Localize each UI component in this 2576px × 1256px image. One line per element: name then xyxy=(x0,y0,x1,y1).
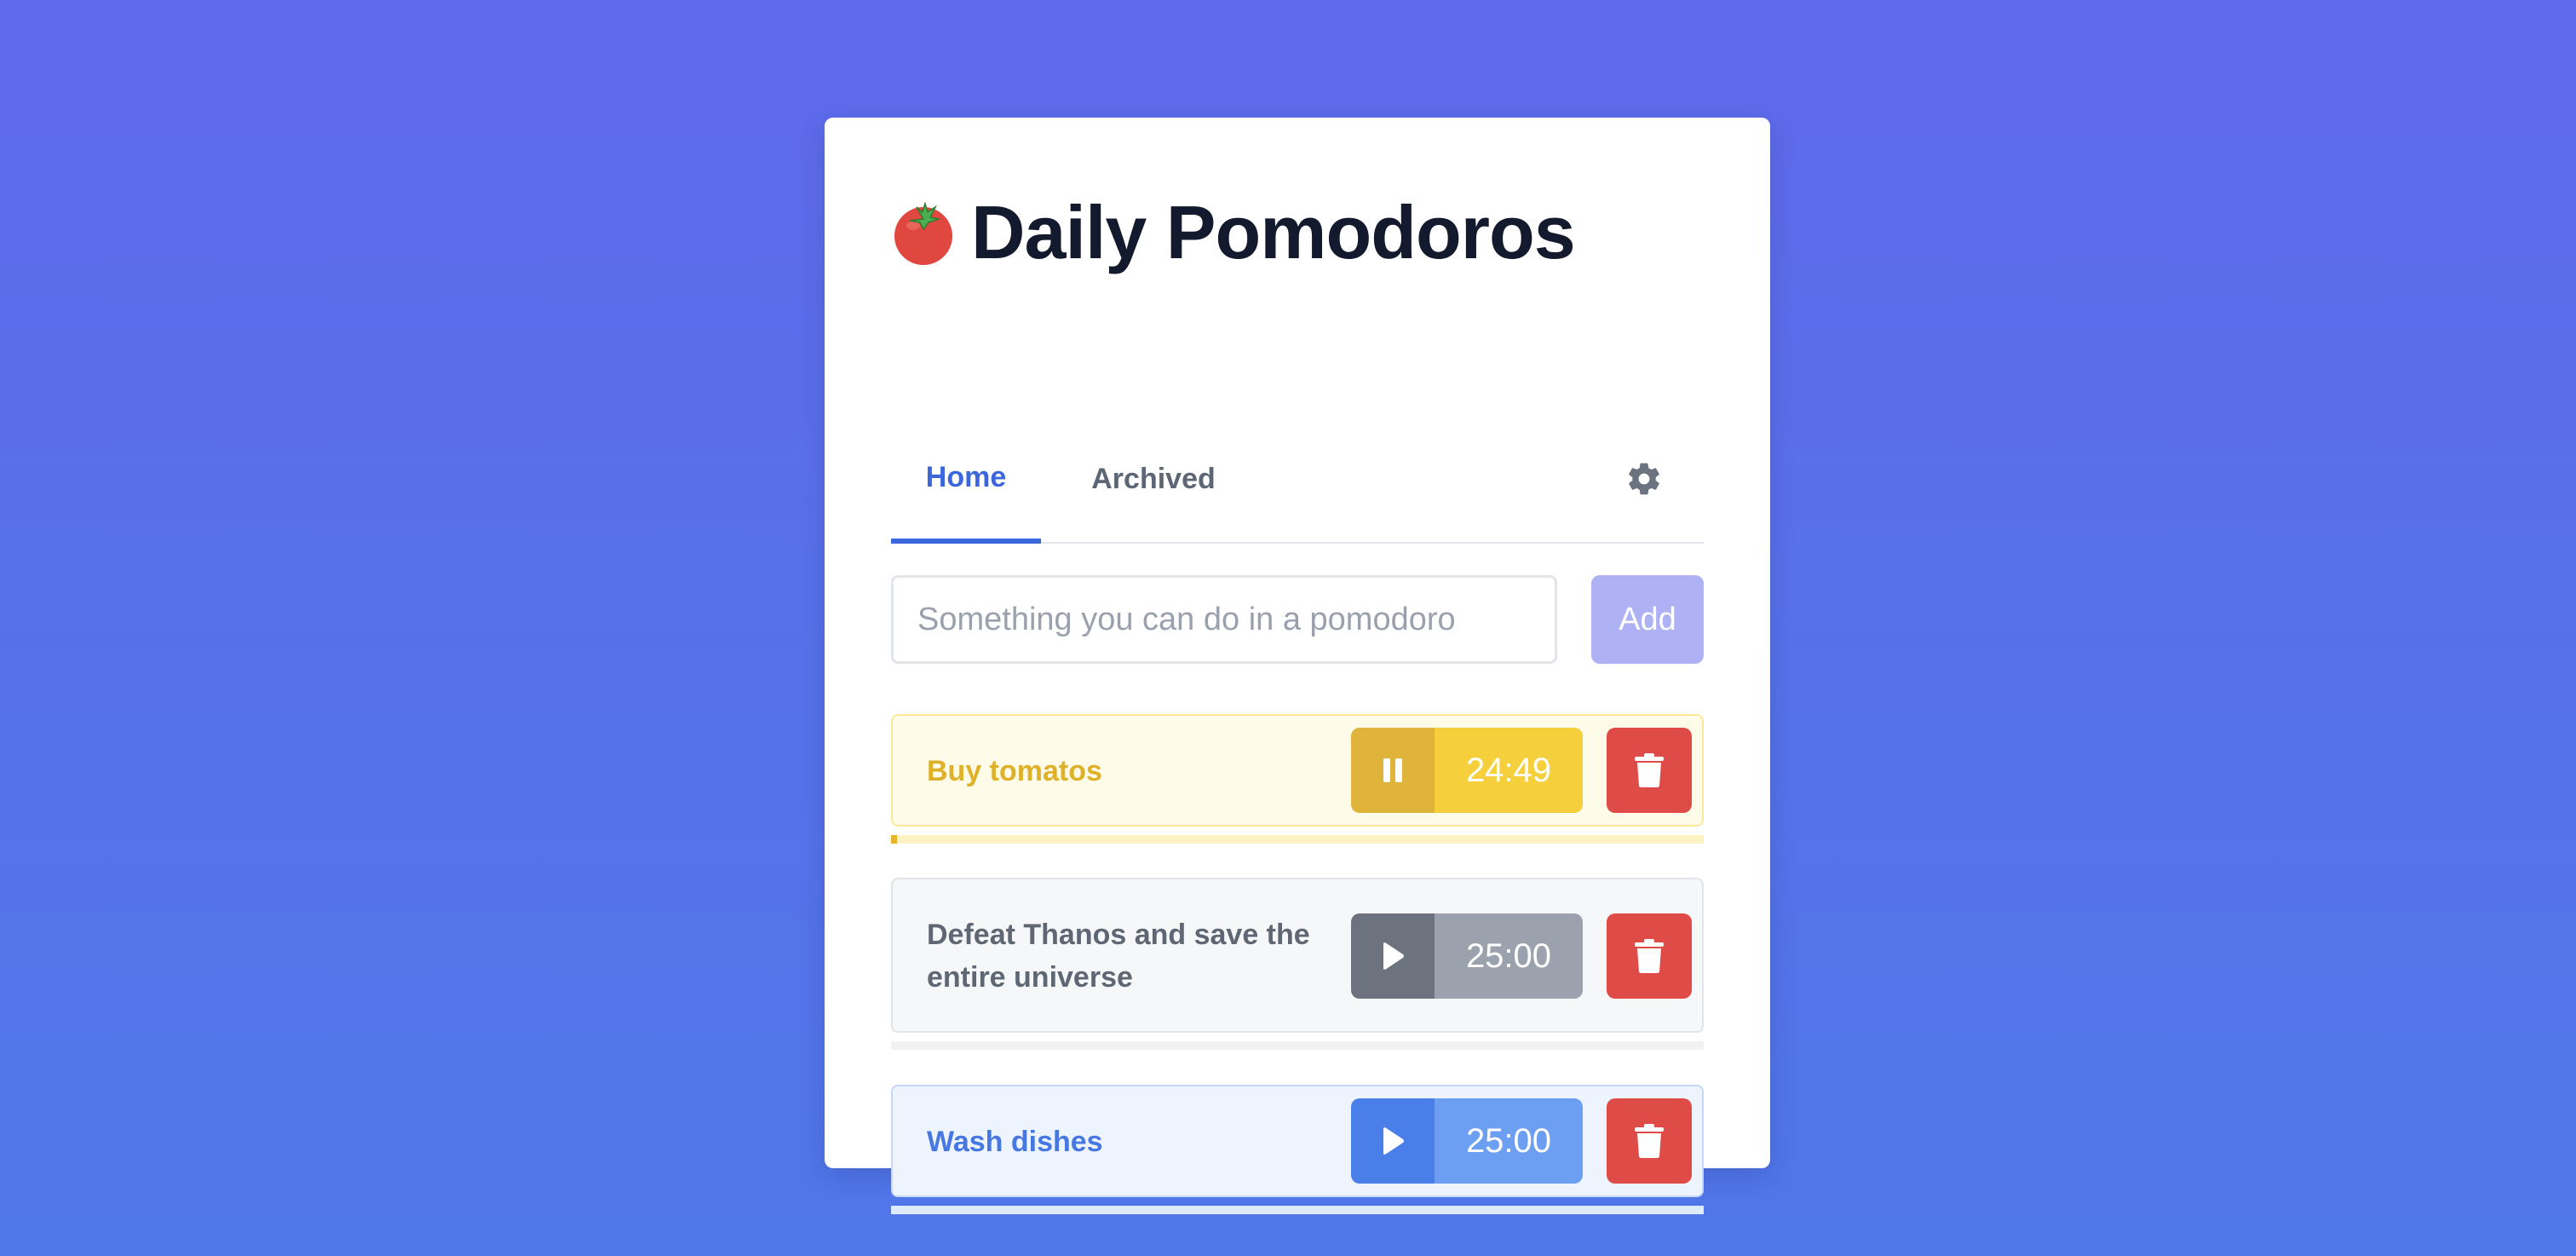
page-title: Daily Pomodoros xyxy=(971,190,1576,274)
header: Daily Pomodoros xyxy=(891,189,1576,276)
task-item: Wash dishes 25:00 xyxy=(891,1085,1704,1214)
task-card: Buy tomatos 24:49 xyxy=(891,714,1704,827)
gear-icon[interactable] xyxy=(1625,460,1663,498)
task-input[interactable] xyxy=(891,575,1557,664)
trash-icon xyxy=(1635,939,1664,973)
trash-icon xyxy=(1635,1124,1664,1158)
play-button[interactable] xyxy=(1351,1098,1435,1184)
play-button[interactable] xyxy=(1351,913,1435,999)
pause-icon xyxy=(1383,758,1402,782)
pomodoro-card: Daily Pomodoros Home Archived Add Buy to… xyxy=(825,118,1770,1214)
add-button[interactable]: Add xyxy=(1591,575,1704,664)
timer-time: 25:00 xyxy=(1435,913,1583,999)
progress-fill xyxy=(891,835,897,844)
task-item: Buy tomatos 24:49 xyxy=(891,714,1704,844)
progress-bar xyxy=(891,835,1704,844)
delete-button[interactable] xyxy=(1607,728,1692,813)
play-icon xyxy=(1383,942,1404,970)
timer-time: 24:49 xyxy=(1435,728,1583,813)
progress-bar xyxy=(891,1206,1704,1214)
delete-button[interactable] xyxy=(1607,913,1692,999)
pause-button[interactable] xyxy=(1351,728,1435,813)
task-name: Defeat Thanos and save the entire univer… xyxy=(927,919,1310,994)
trash-icon xyxy=(1635,753,1664,787)
tab-archived[interactable]: Archived xyxy=(1077,416,1230,542)
timer: 25:00 xyxy=(1351,913,1583,999)
progress-bar xyxy=(891,1041,1704,1050)
timer: 24:49 xyxy=(1351,728,1583,813)
add-task-form: Add xyxy=(891,575,1704,664)
timer-time: 25:00 xyxy=(1435,1098,1583,1184)
task-card: Defeat Thanos and save the entire univer… xyxy=(891,878,1704,1033)
task-item: Defeat Thanos and save the entire univer… xyxy=(891,878,1704,1050)
task-name: Buy tomatos xyxy=(927,755,1102,787)
task-name: Wash dishes xyxy=(927,1126,1103,1158)
tab-home[interactable]: Home xyxy=(891,416,1041,544)
tab-bar: Home Archived xyxy=(891,416,1704,544)
delete-button[interactable] xyxy=(1607,1098,1692,1184)
tomato-icon xyxy=(894,201,952,265)
task-card: Wash dishes 25:00 xyxy=(891,1085,1704,1197)
timer: 25:00 xyxy=(1351,1098,1583,1184)
play-icon xyxy=(1383,1127,1404,1155)
